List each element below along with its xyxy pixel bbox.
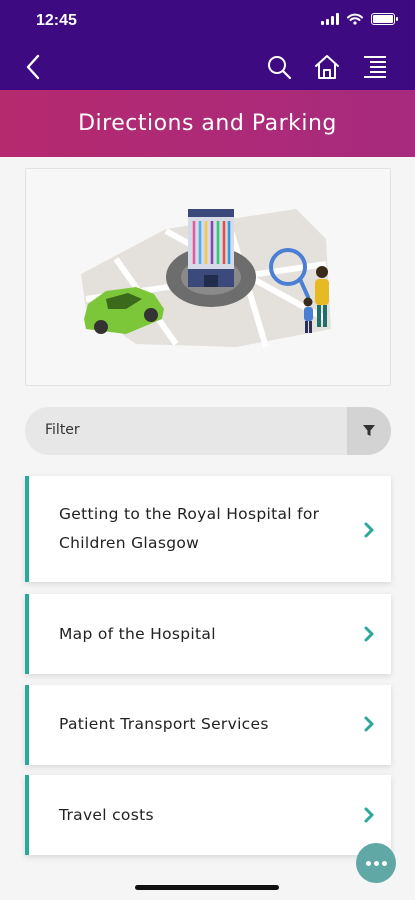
battery-icon bbox=[371, 13, 398, 25]
search-icon bbox=[268, 56, 292, 80]
more-dots-icon bbox=[365, 860, 371, 866]
funnel-icon bbox=[363, 425, 375, 436]
hero-illustration bbox=[25, 168, 391, 386]
filter-bar[interactable]: Filter bbox=[25, 407, 391, 455]
list-item-map-of-hospital[interactable]: Map of the Hospital bbox=[25, 594, 391, 674]
more-options-button[interactable] bbox=[356, 843, 396, 883]
search-button[interactable] bbox=[264, 52, 294, 82]
list-item-label: Getting to the Royal Hospital for Childr… bbox=[59, 505, 320, 552]
home-indicator bbox=[135, 885, 279, 890]
page-title: Directions and Parking bbox=[78, 111, 337, 136]
filter-button[interactable] bbox=[347, 407, 391, 455]
hospital-map-illustration bbox=[81, 209, 331, 348]
menu-icon bbox=[364, 56, 386, 78]
wifi-icon bbox=[347, 13, 363, 25]
list-item-label: Patient Transport Services bbox=[59, 715, 269, 733]
list-item-getting-to-hospital[interactable]: Getting to the Royal Hospital for Childr… bbox=[25, 476, 391, 582]
filter-label: Filter bbox=[45, 422, 80, 438]
status-icons bbox=[321, 13, 398, 25]
chevron-right-icon bbox=[364, 716, 374, 732]
back-button[interactable] bbox=[18, 52, 48, 82]
menu-button[interactable] bbox=[360, 52, 390, 82]
home-button[interactable] bbox=[312, 52, 342, 82]
back-chevron-icon bbox=[26, 54, 40, 80]
list-item-label: Map of the Hospital bbox=[59, 625, 216, 643]
status-time: 12:45 bbox=[36, 12, 77, 29]
chevron-right-icon bbox=[364, 626, 374, 642]
signal-icon bbox=[321, 13, 339, 25]
chevron-right-icon bbox=[364, 522, 374, 538]
status-bar: 12:45 bbox=[0, 0, 415, 44]
list-item-travel-costs[interactable]: Travel costs bbox=[25, 775, 391, 855]
list-item-label: Travel costs bbox=[59, 806, 154, 824]
chevron-right-icon bbox=[364, 807, 374, 823]
list-item-patient-transport[interactable]: Patient Transport Services bbox=[25, 685, 391, 765]
home-icon bbox=[315, 55, 339, 79]
title-bar: Directions and Parking bbox=[0, 90, 415, 157]
nav-bar bbox=[0, 44, 415, 90]
